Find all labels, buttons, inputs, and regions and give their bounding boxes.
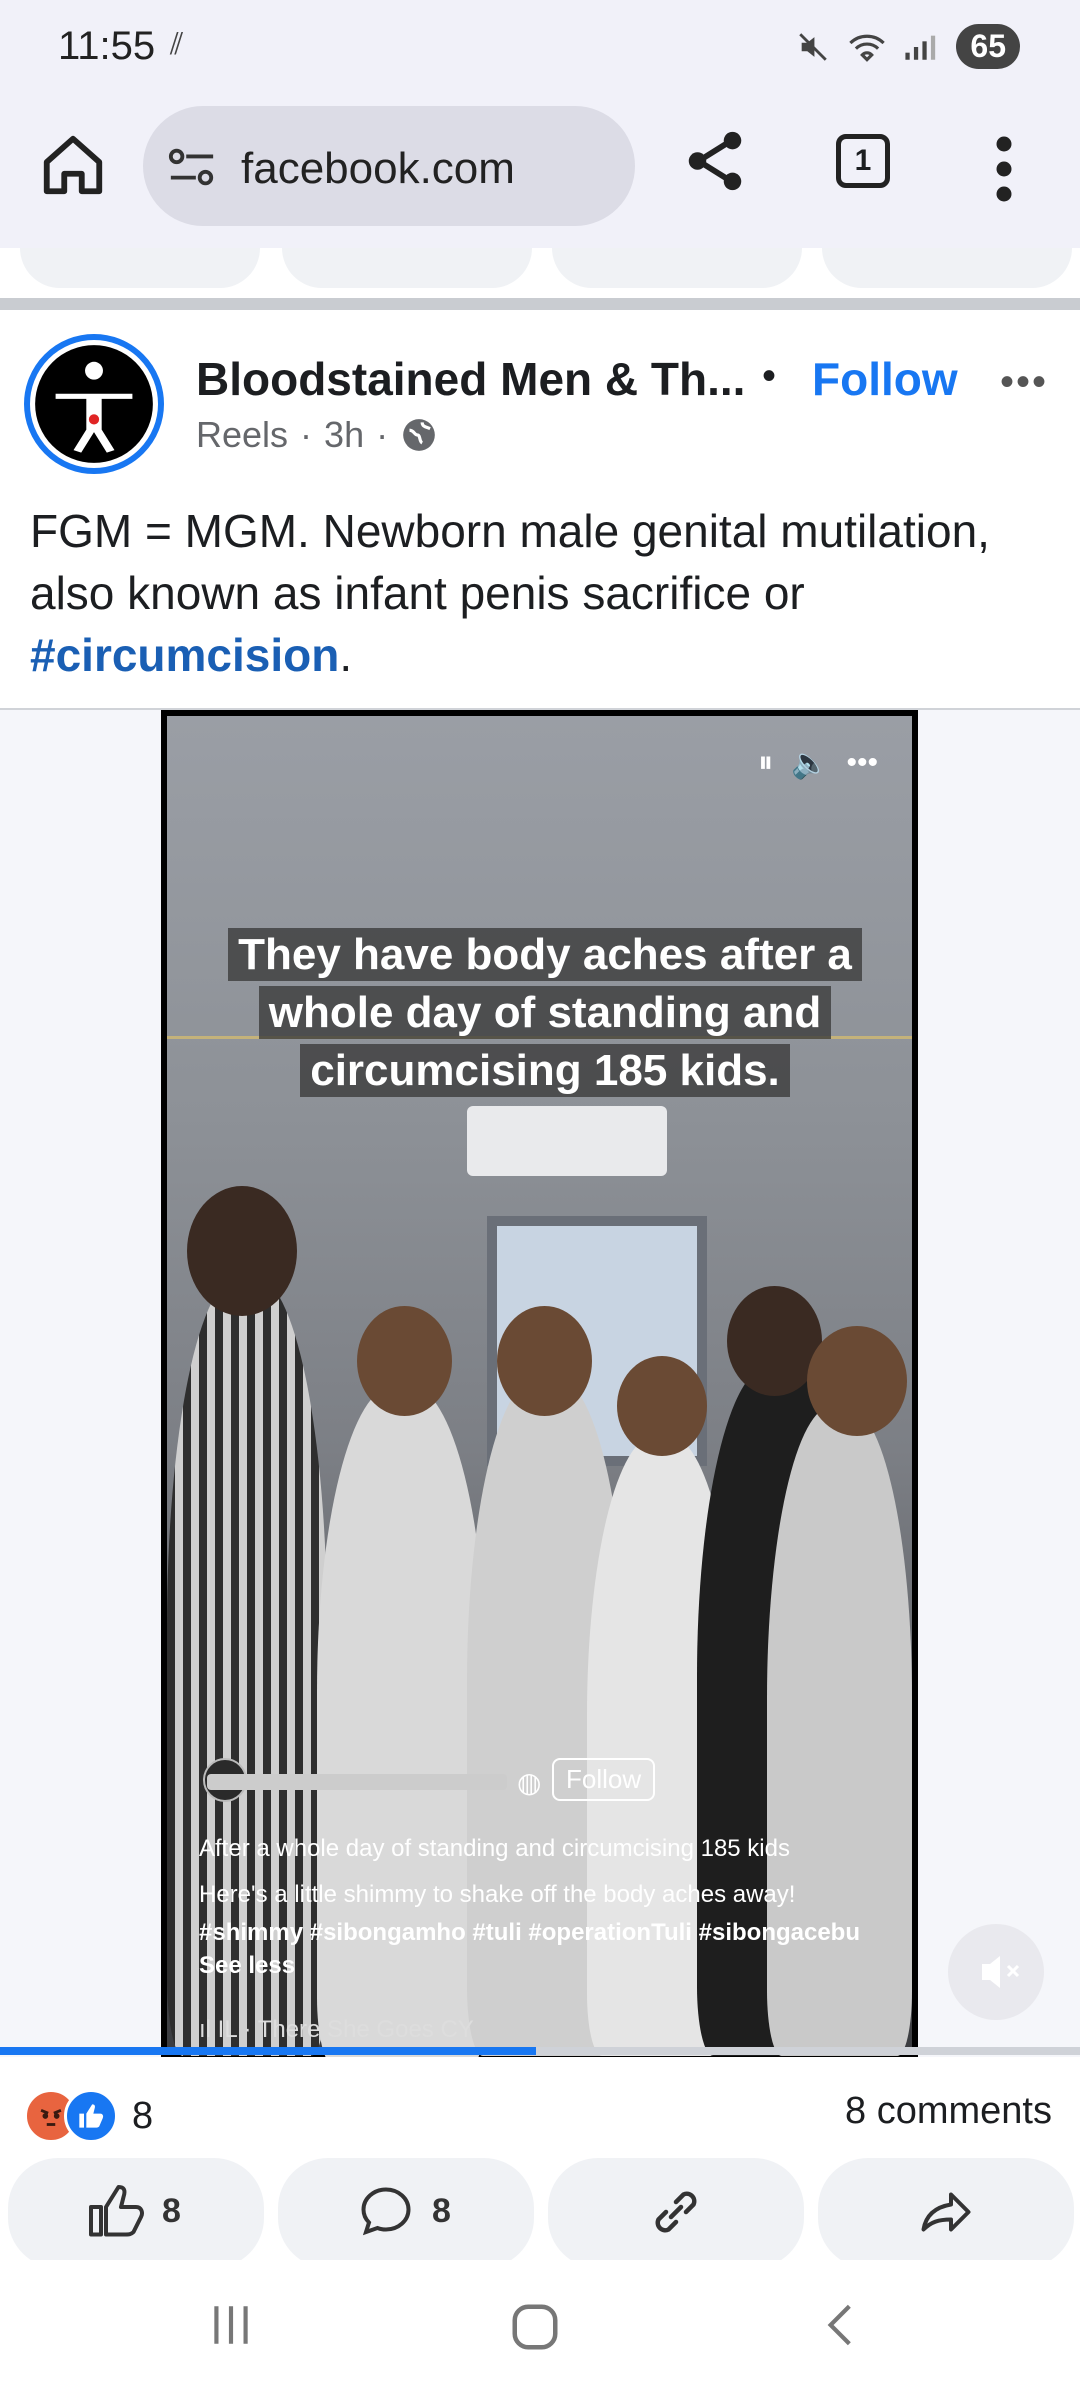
video-frame: ⏸ 🔈 ••• They have body aches after a who… bbox=[167, 716, 912, 2057]
signal-icon bbox=[905, 35, 936, 60]
music-title: IL · There She Goes CY bbox=[217, 2016, 474, 2043]
reaction-count: 8 bbox=[132, 2094, 154, 2137]
site-settings-icon[interactable] bbox=[167, 146, 217, 190]
home-nav-icon[interactable] bbox=[508, 2300, 562, 2354]
link-icon bbox=[655, 2191, 697, 2233]
post-body: FGM = MGM. Newborn male genital mutilati… bbox=[30, 500, 1050, 686]
video-description: After a whole day of standing and circum… bbox=[199, 1826, 899, 1984]
video-globe-icon: ◍ bbox=[517, 1767, 542, 1798]
desc-line: After a whole day of standing and circum… bbox=[199, 1835, 790, 1862]
post-actions: 8 8 bbox=[0, 2158, 1080, 2268]
music-icon: ıl bbox=[199, 2016, 218, 2043]
person-head bbox=[807, 1326, 907, 1436]
page-avatar[interactable] bbox=[24, 334, 164, 474]
video-hashtags[interactable]: #shimmy #sibongamho #tuli #operationTuli… bbox=[199, 1918, 899, 1948]
comments-count-link[interactable]: 8 comments bbox=[845, 2090, 1052, 2133]
url-bar[interactable]: facebook.com bbox=[143, 106, 635, 226]
copy-link-button[interactable] bbox=[548, 2158, 804, 2268]
video-more-icon[interactable]: ••• bbox=[846, 746, 878, 781]
see-less-button[interactable]: See less bbox=[199, 1948, 899, 1984]
browser-toolbar: facebook.com 1 bbox=[0, 96, 1080, 248]
person-head bbox=[357, 1306, 452, 1416]
more-horiz-icon[interactable]: ••• bbox=[1000, 360, 1048, 405]
reel-video[interactable]: ⏸ 🔈 ••• They have body aches after a who… bbox=[161, 710, 918, 2057]
data-transfer-icon: ⫽ bbox=[170, 28, 184, 61]
url-text: facebook.com bbox=[241, 144, 515, 193]
recent-apps-icon[interactable] bbox=[206, 2300, 256, 2350]
globe-icon bbox=[403, 419, 435, 451]
video-progress-fill bbox=[0, 2047, 536, 2055]
person-head bbox=[617, 1356, 707, 1456]
thumbs-up-icon bbox=[89, 2185, 144, 2237]
share-button[interactable] bbox=[818, 2158, 1074, 2268]
follow-button[interactable]: Follow bbox=[812, 352, 958, 406]
post-type: Reels bbox=[196, 414, 289, 455]
hashtag-link[interactable]: #circumcision bbox=[30, 629, 339, 681]
mute-icon bbox=[799, 32, 828, 61]
home-icon[interactable] bbox=[38, 130, 108, 200]
reaction-summary[interactable]: 8 bbox=[24, 2088, 153, 2144]
like-button[interactable]: 8 bbox=[8, 2158, 264, 2268]
video-follow-button[interactable]: Follow bbox=[552, 1758, 656, 1801]
caption-text: They have body aches after a whole day o… bbox=[228, 928, 862, 1097]
system-nav-bar bbox=[0, 2260, 1080, 2400]
status-bar: 11:55 ⫽ 65 bbox=[0, 0, 1080, 96]
person-head bbox=[497, 1306, 592, 1416]
status-icons: 65 bbox=[796, 24, 1020, 69]
back-nav-icon[interactable] bbox=[816, 2300, 866, 2350]
pause-icon[interactable]: ⏸ bbox=[758, 746, 773, 781]
post-meta: Reels · 3h · bbox=[196, 414, 438, 456]
creator-name-redacted bbox=[207, 1774, 507, 1790]
like-count: 8 bbox=[162, 2192, 181, 2230]
vitruvian-logo-icon bbox=[35, 345, 153, 463]
person-head bbox=[187, 1186, 297, 1316]
desc-line: Here's a little shimmy to shake off the … bbox=[199, 1881, 796, 1908]
chip[interactable] bbox=[282, 248, 532, 288]
post-header: Bloodstained Men & Th... • Follow ••• Re… bbox=[0, 310, 1080, 480]
volume-icon[interactable]: 🔈 bbox=[791, 746, 828, 781]
music-info[interactable]: ıl IL · There She Goes CY bbox=[199, 2016, 474, 2044]
chip[interactable] bbox=[20, 248, 260, 288]
video-caption: They have body aches after a whole day o… bbox=[205, 926, 885, 1100]
status-time: 11:55 bbox=[58, 24, 156, 68]
comment-count: 8 bbox=[432, 2192, 451, 2230]
wifi-icon bbox=[849, 34, 886, 62]
share-icon[interactable] bbox=[680, 126, 750, 196]
post-text-end: . bbox=[339, 629, 353, 681]
more-vert-icon[interactable] bbox=[984, 134, 1024, 204]
page-name[interactable]: Bloodstained Men & Th... bbox=[196, 352, 745, 406]
comment-button[interactable]: 8 bbox=[278, 2158, 534, 2268]
chip[interactable] bbox=[552, 248, 802, 288]
meta-dot: · bbox=[300, 414, 313, 455]
muted-speaker-icon bbox=[982, 1956, 1020, 1988]
reel-container: ⏸ 🔈 ••• They have body aches after a who… bbox=[0, 708, 1080, 2057]
video-controls: ⏸ 🔈 ••• bbox=[758, 746, 878, 781]
battery-indicator: 65 bbox=[956, 24, 1020, 69]
share-arrow-icon bbox=[921, 2192, 971, 2232]
air-conditioner bbox=[467, 1106, 667, 1176]
meta-dot: · bbox=[376, 414, 389, 455]
story-chip-row bbox=[0, 248, 1080, 292]
post-text: FGM = MGM. Newborn male genital mutilati… bbox=[30, 505, 990, 619]
like-reaction-icon bbox=[64, 2089, 118, 2143]
chip[interactable] bbox=[822, 248, 1072, 288]
post-time[interactable]: 3h bbox=[324, 414, 364, 456]
mute-toggle-button[interactable] bbox=[948, 1924, 1044, 2020]
section-divider bbox=[0, 298, 1080, 310]
comment-icon bbox=[361, 2187, 411, 2236]
separator-dot: • bbox=[762, 354, 777, 398]
tab-switcher-button[interactable]: 1 bbox=[836, 134, 890, 188]
